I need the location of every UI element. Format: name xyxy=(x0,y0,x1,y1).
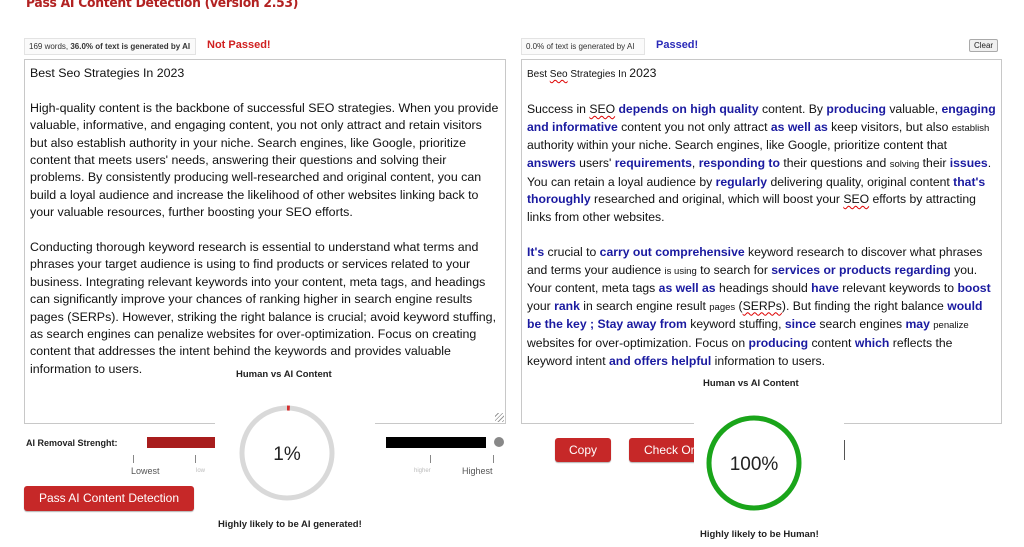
slider-tick xyxy=(430,455,431,463)
output-title: Best Seo Strategies In 2023 xyxy=(527,66,657,80)
output-stats: 0.0% of text is generated by AI xyxy=(521,38,645,55)
slider-high-label: Highest xyxy=(462,466,493,476)
output-paragraph: It's crucial to carry out comprehensive … xyxy=(527,244,991,368)
gauge-right-caption: Highly likely to be Human! xyxy=(700,529,819,540)
app-title: Pass AI Content Detection (version 2.53) xyxy=(26,0,299,11)
clear-button[interactable]: Clear xyxy=(969,39,998,52)
input-stats: 169 words, 36.0% of text is generated by… xyxy=(24,38,196,55)
pass-ai-detection-button[interactable]: Pass AI Content Detection xyxy=(24,486,194,511)
copy-button[interactable]: Copy xyxy=(555,438,611,462)
output-status-badge: Passed! xyxy=(656,39,699,51)
word-count: 169 words, xyxy=(29,42,71,51)
slider-tick xyxy=(493,455,494,463)
output-paragraph: Success in SEO depends on high quality c… xyxy=(527,102,996,224)
slider-tick xyxy=(195,455,196,463)
input-paragraph: Conducting thorough keyword research is … xyxy=(30,240,497,376)
input-title: Best Seo Strategies In 2023 xyxy=(30,66,185,80)
gauge-left-ring: 1% xyxy=(239,405,335,501)
gauge-left-caption: Highly likely to be AI generated! xyxy=(218,519,362,530)
input-paragraph: High-quality content is the backbone of … xyxy=(30,100,499,220)
gauge-left-title: Human vs AI Content xyxy=(236,369,332,380)
ai-percentage: 36.0% of text is generated by AI xyxy=(70,42,191,51)
gauge-right-value: 100% xyxy=(730,454,779,475)
input-status-badge: Not Passed! xyxy=(207,39,271,51)
gauge-right-title: Human vs AI Content xyxy=(703,378,799,389)
slider-low-label: Lowest xyxy=(131,466,160,476)
gauge-left-value: 1% xyxy=(273,444,301,465)
removal-strength-label: AI Removal Strenght: xyxy=(26,438,118,448)
output-text-panel[interactable]: Best Seo Strategies In 2023 Success in S… xyxy=(521,59,1002,424)
slider-faint-low-label: low xyxy=(196,468,206,474)
slider-tick xyxy=(133,455,134,463)
gauge-right-ring: 100% xyxy=(706,415,802,511)
strength-slider-track-high[interactable] xyxy=(386,437,486,448)
slider-faint-high-label: higher xyxy=(414,468,431,474)
strength-slider-handle[interactable] xyxy=(494,437,504,447)
resize-handle[interactable] xyxy=(495,413,504,422)
